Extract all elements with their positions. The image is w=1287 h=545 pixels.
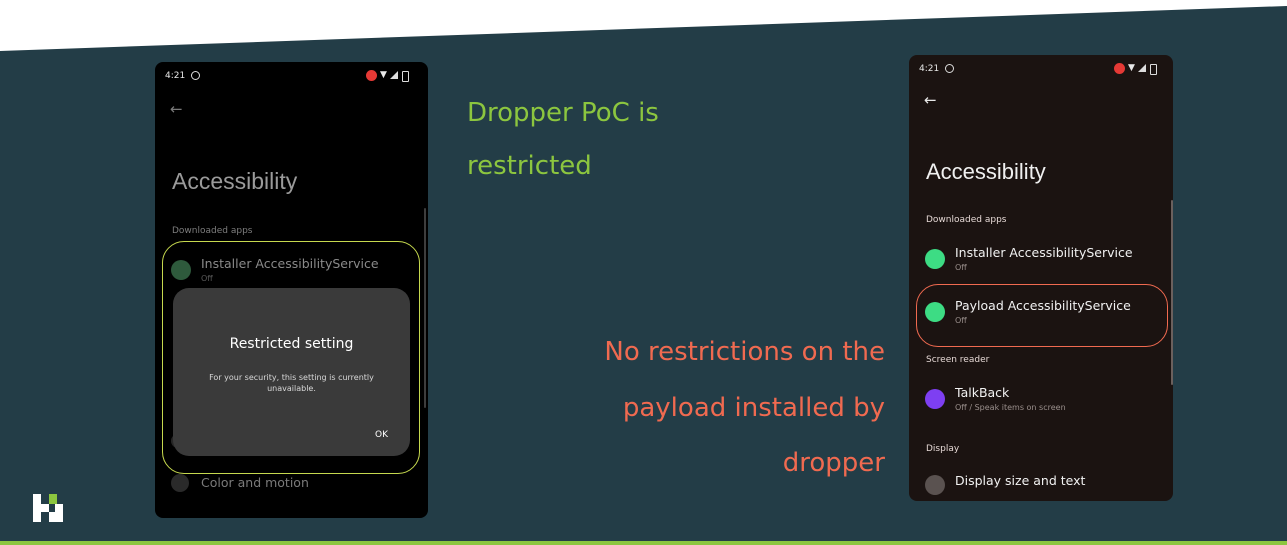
talkback-icon — [925, 389, 945, 409]
status-bar: 4:21 ▼ — [155, 68, 428, 84]
list-item-talkback[interactable]: TalkBack Off / Speak items on screen — [925, 385, 1165, 425]
back-arrow-icon[interactable]: ← — [170, 100, 183, 118]
battery-icon — [402, 71, 409, 82]
page-title: Accessibility — [172, 168, 298, 194]
wifi-icon: ▼ — [380, 70, 387, 80]
section-display: Display — [926, 444, 960, 454]
scrollbar[interactable] — [1171, 200, 1173, 385]
wifi-icon: ▼ — [1128, 63, 1135, 73]
list-item-color-motion[interactable]: Color and motion — [171, 472, 411, 512]
talkback-status: Off / Speak items on screen — [955, 403, 1066, 412]
highlight-outline-restricted — [162, 241, 420, 474]
android-icon — [925, 249, 945, 269]
slide-bottom-bar — [0, 541, 1287, 545]
color-motion-icon — [171, 474, 189, 492]
caption-payload-line2: payload installed by — [622, 393, 885, 423]
status-time: 4:21 — [919, 64, 940, 74]
screen-record-icon — [1114, 63, 1125, 74]
battery-icon — [1150, 64, 1157, 75]
page-title: Accessibility — [926, 159, 1046, 184]
caption-payload-line1: No restrictions on the — [604, 337, 885, 367]
caption-payload-line3: dropper — [782, 448, 885, 478]
installer-label: Installer AccessibilityService — [955, 245, 1133, 260]
scrollbar[interactable] — [424, 208, 426, 408]
installer-status: Off — [955, 263, 967, 272]
color-motion-label: Color and motion — [201, 475, 309, 490]
display-label: Display size and text — [955, 473, 1086, 488]
talkback-label: TalkBack — [955, 385, 1010, 400]
back-arrow-icon[interactable]: ← — [924, 91, 937, 109]
list-item-display-size[interactable]: Display size and text — [925, 471, 1165, 501]
status-time: 4:21 — [165, 71, 186, 81]
right-phone-screenshot: 4:21 ▼ ← Accessibility Downloaded apps I… — [909, 55, 1173, 501]
list-item-installer-service[interactable]: Installer AccessibilityService Off — [925, 245, 1165, 285]
display-size-icon — [925, 475, 945, 495]
record-icon — [191, 71, 200, 80]
section-downloaded-apps: Downloaded apps — [926, 215, 1007, 225]
caption-restricted-line2: restricted — [467, 151, 592, 181]
section-downloaded-apps: Downloaded apps — [172, 226, 253, 236]
signal-icon — [390, 71, 398, 79]
section-screen-reader: Screen reader — [926, 355, 990, 365]
record-icon — [945, 64, 954, 73]
company-logo-icon — [33, 494, 63, 522]
signal-icon — [1138, 64, 1146, 72]
screen-record-icon — [366, 70, 377, 81]
caption-restricted-line1: Dropper PoC is — [467, 98, 659, 128]
highlight-outline-payload — [916, 284, 1168, 347]
status-bar: 4:21 ▼ — [909, 61, 1173, 77]
